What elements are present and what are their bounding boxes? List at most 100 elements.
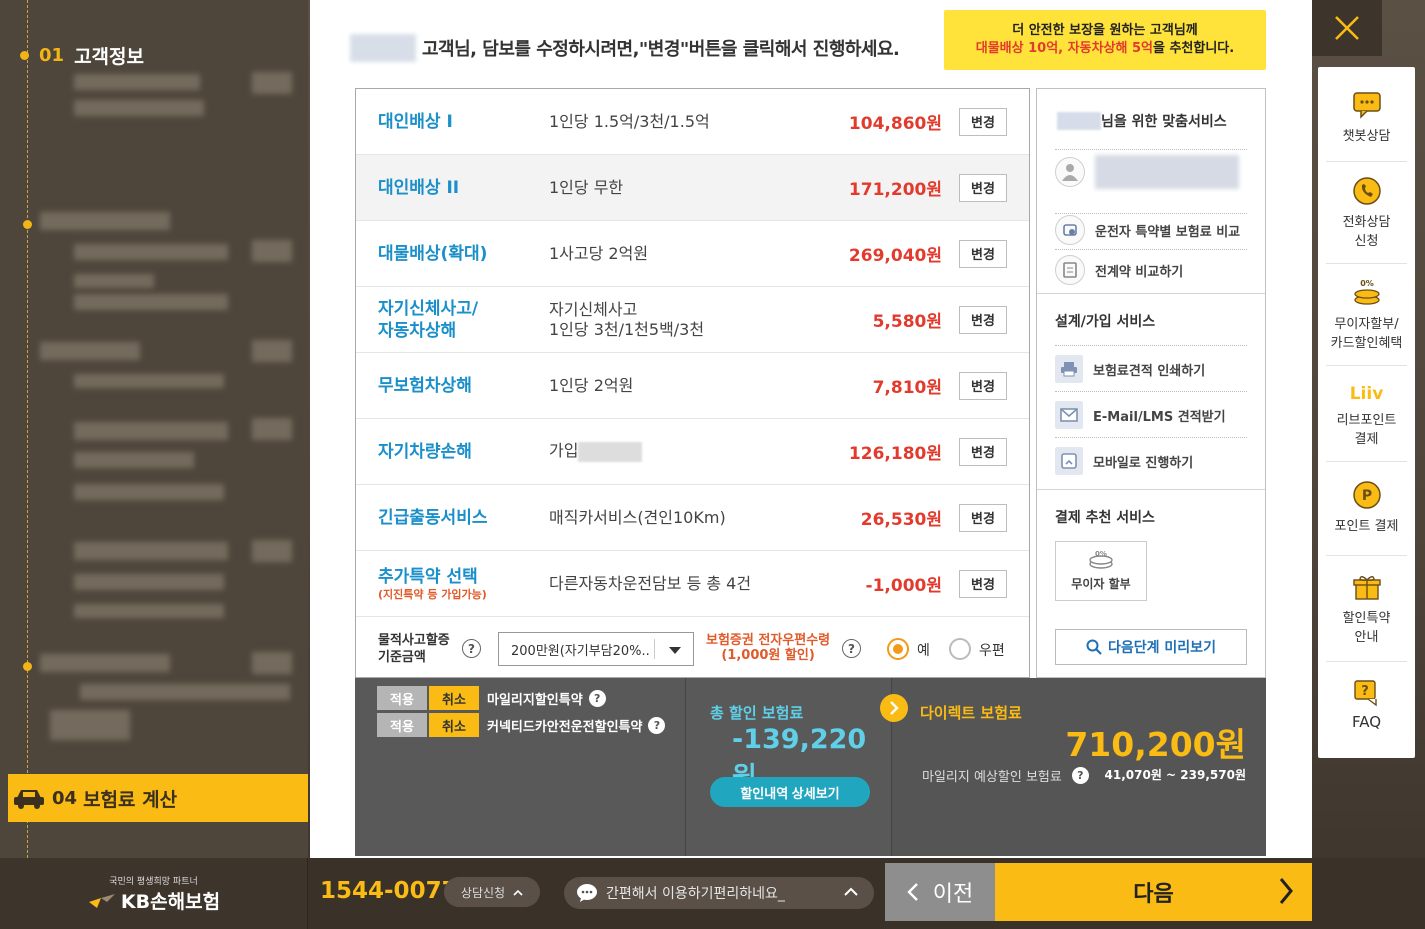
epost-label-line2: (1,000원 할인) <box>721 648 815 663</box>
compare-icon <box>1055 215 1085 245</box>
masked-step-label <box>40 342 140 360</box>
user-icon <box>1055 157 1085 187</box>
masked-info <box>74 244 228 260</box>
epost-label: 보험증권 전자우편수령 (1,000원 할인) <box>706 633 830 663</box>
quick-chatbot[interactable]: 챗봇상담 <box>1318 89 1415 144</box>
quick-call-line1: 전화상담 <box>1342 215 1391 230</box>
coverage-row: 긴급출동서비스 매직카서비스(견인10Km) 26,530원 변경 <box>356 485 1029 551</box>
quick-menu: 챗봇상담 전화상담 신청 0% 무이자할부/ 카드할인혜택 Liiv 리브포인트… <box>1318 67 1415 758</box>
help-icon[interactable]: ? <box>648 716 666 734</box>
change-button[interactable]: 변경 <box>959 371 1007 400</box>
coverage-desc: 가입 <box>549 441 643 462</box>
consult-request-button[interactable]: 상담신청 <box>444 877 540 907</box>
close-button[interactable] <box>1312 0 1382 56</box>
epost-yes-radio[interactable] <box>887 638 909 660</box>
coverage-price: -1,000원 <box>865 576 942 596</box>
change-button[interactable]: 변경 <box>959 305 1007 334</box>
mail-icon <box>1055 401 1083 429</box>
next-button[interactable]: 다음 <box>995 863 1312 921</box>
divider <box>1055 345 1247 346</box>
mileage-discount-range: 41,070원 ~ 239,570원 <box>1104 768 1246 782</box>
masked-info <box>74 74 200 90</box>
step-04-premium-calc[interactable]: 04 보험료 계산 <box>8 774 308 822</box>
compare-prev-label: 전계약 비교하기 <box>1095 264 1184 280</box>
printer-icon <box>1055 355 1083 383</box>
masked-info <box>74 422 228 440</box>
help-icon[interactable]: ? <box>462 639 481 658</box>
mobile-continue-link[interactable]: 모바일로 진행하기 <box>1055 447 1193 475</box>
help-icon[interactable]: ? <box>588 689 606 707</box>
next-step-preview-label: 다음단계 미리보기 <box>1108 640 1216 656</box>
print-quote-link[interactable]: 보험료견적 인쇄하기 <box>1055 355 1205 383</box>
help-icon[interactable]: ? <box>842 639 861 658</box>
masked-info <box>252 72 292 94</box>
change-button[interactable]: 변경 <box>959 239 1007 268</box>
change-button[interactable]: 변경 <box>959 503 1007 532</box>
quick-faq[interactable]: ? FAQ <box>1318 677 1415 731</box>
step-01-customer-info[interactable]: 01 고객정보 <box>20 42 144 69</box>
interest-free-installment-button[interactable]: 0% 무이자 할부 <box>1055 541 1147 601</box>
quick-card-benefits[interactable]: 0% 무이자할부/ 카드할인혜택 <box>1318 277 1415 351</box>
compare-prev-contract-link[interactable]: 전계약 비교하기 <box>1055 255 1183 285</box>
change-button[interactable]: 변경 <box>959 437 1007 466</box>
chat-ticker[interactable]: 간편해서 이용하기편리하네요_ <box>564 877 874 909</box>
brand-text: KB손해보험 <box>120 890 221 913</box>
direct-premium-label: 다이렉트 보험료 <box>920 704 1022 722</box>
consult-label: 상담신청 <box>460 885 506 900</box>
divider <box>1326 555 1407 556</box>
quick-card-line2: 카드할인혜택 <box>1330 336 1403 351</box>
help-icon[interactable]: ? <box>1071 767 1089 784</box>
change-button[interactable]: 변경 <box>959 173 1007 202</box>
phone-number[interactable]: 1544-0077 <box>320 878 458 904</box>
recommendation-banner[interactable]: 더 안전한 보장을 원하는 고객님께 대물배상 10억, 자동차상해 5억을 추… <box>944 10 1266 70</box>
coverage-row: 자기차량손해 가입 126,180원 변경 <box>356 419 1029 485</box>
email-quote-link[interactable]: E-Mail/LMS 견적받기 <box>1055 401 1226 429</box>
step-dot <box>23 662 32 671</box>
quick-point-pay[interactable]: P 포인트 결제 <box>1318 479 1415 534</box>
epost-mail-radio[interactable] <box>949 638 971 660</box>
change-button[interactable]: 변경 <box>959 107 1007 136</box>
apply-button[interactable]: 적용 <box>377 686 427 710</box>
threshold-select[interactable]: 200만원(자기부담20%.. <box>498 632 694 666</box>
brand-tagline: 국민의 평생희망 파트너 <box>109 876 198 887</box>
quick-liiv-point[interactable]: Liiv 리브포인트 결제 <box>1318 383 1415 447</box>
cancel-button[interactable]: 취소 <box>429 686 479 710</box>
quick-discount-info[interactable]: 할인특약 안내 <box>1318 571 1415 645</box>
coverage-desc-line1: 자기신체사고 <box>549 299 638 319</box>
masked-info <box>80 684 290 700</box>
chat-ticker-text: 간편해서 이용하기편리하네요_ <box>606 886 785 902</box>
compare-driver-link[interactable]: 운전자 특약별 보험료 비교 <box>1055 215 1240 245</box>
close-icon <box>1335 16 1359 40</box>
coverage-name: 긴급출동서비스 <box>378 507 488 528</box>
masked-step-label <box>40 654 170 672</box>
discount-detail-button[interactable]: 할인내역 상세보기 <box>710 777 870 807</box>
divider <box>1326 365 1407 366</box>
masked-info <box>252 652 292 674</box>
direct-premium-value: 710,200원 <box>1065 725 1246 764</box>
customer-profile <box>1055 155 1239 189</box>
coverage-price: 26,530원 <box>860 510 942 530</box>
premium-panel: 고객님, 담보를 수정하시려면,"변경"버튼을 클릭해서 진행하세요. 더 안전… <box>310 0 1312 858</box>
quick-call-request[interactable]: 전화상담 신청 <box>1318 175 1415 249</box>
divider <box>1055 249 1247 250</box>
discount-row: 적용 취소 마일리지할인특약 ? <box>377 686 606 710</box>
payment-service-title: 결제 추천 서비스 <box>1055 510 1155 526</box>
apply-button[interactable]: 적용 <box>377 713 427 737</box>
next-step-preview-button[interactable]: 다음단계 미리보기 <box>1055 629 1247 665</box>
coverage-desc-line2: 1인당 3천/1천5백/3천 <box>549 319 705 339</box>
threshold-label-line2: 기준금액 <box>378 650 426 665</box>
coverage-name: 추가특약 선택 (지진특약 등 가입가능) <box>378 566 487 601</box>
divider <box>1326 161 1407 162</box>
coverage-desc: 1사고당 2억원 <box>549 243 649 263</box>
coverage-name: 대인배상 II <box>378 177 460 198</box>
prev-button[interactable]: 이전 <box>885 863 995 921</box>
coverage-name-line2: 자동차상해 <box>378 320 457 341</box>
direct-premium: 다이렉트 보험료 710,200원 마일리지 예상할인 보험료? 41,070원… <box>880 678 1266 856</box>
epost-yes-label: 예 <box>917 643 930 659</box>
promo-line2: 을 추천합니다. <box>1152 41 1235 56</box>
custom-service-title-text: 님을 위한 맞춤서비스 <box>1101 114 1227 130</box>
divider <box>1055 437 1247 438</box>
cancel-button[interactable]: 취소 <box>429 713 479 737</box>
coverage-name: 무보험차상해 <box>378 375 472 396</box>
change-button[interactable]: 변경 <box>959 569 1007 598</box>
